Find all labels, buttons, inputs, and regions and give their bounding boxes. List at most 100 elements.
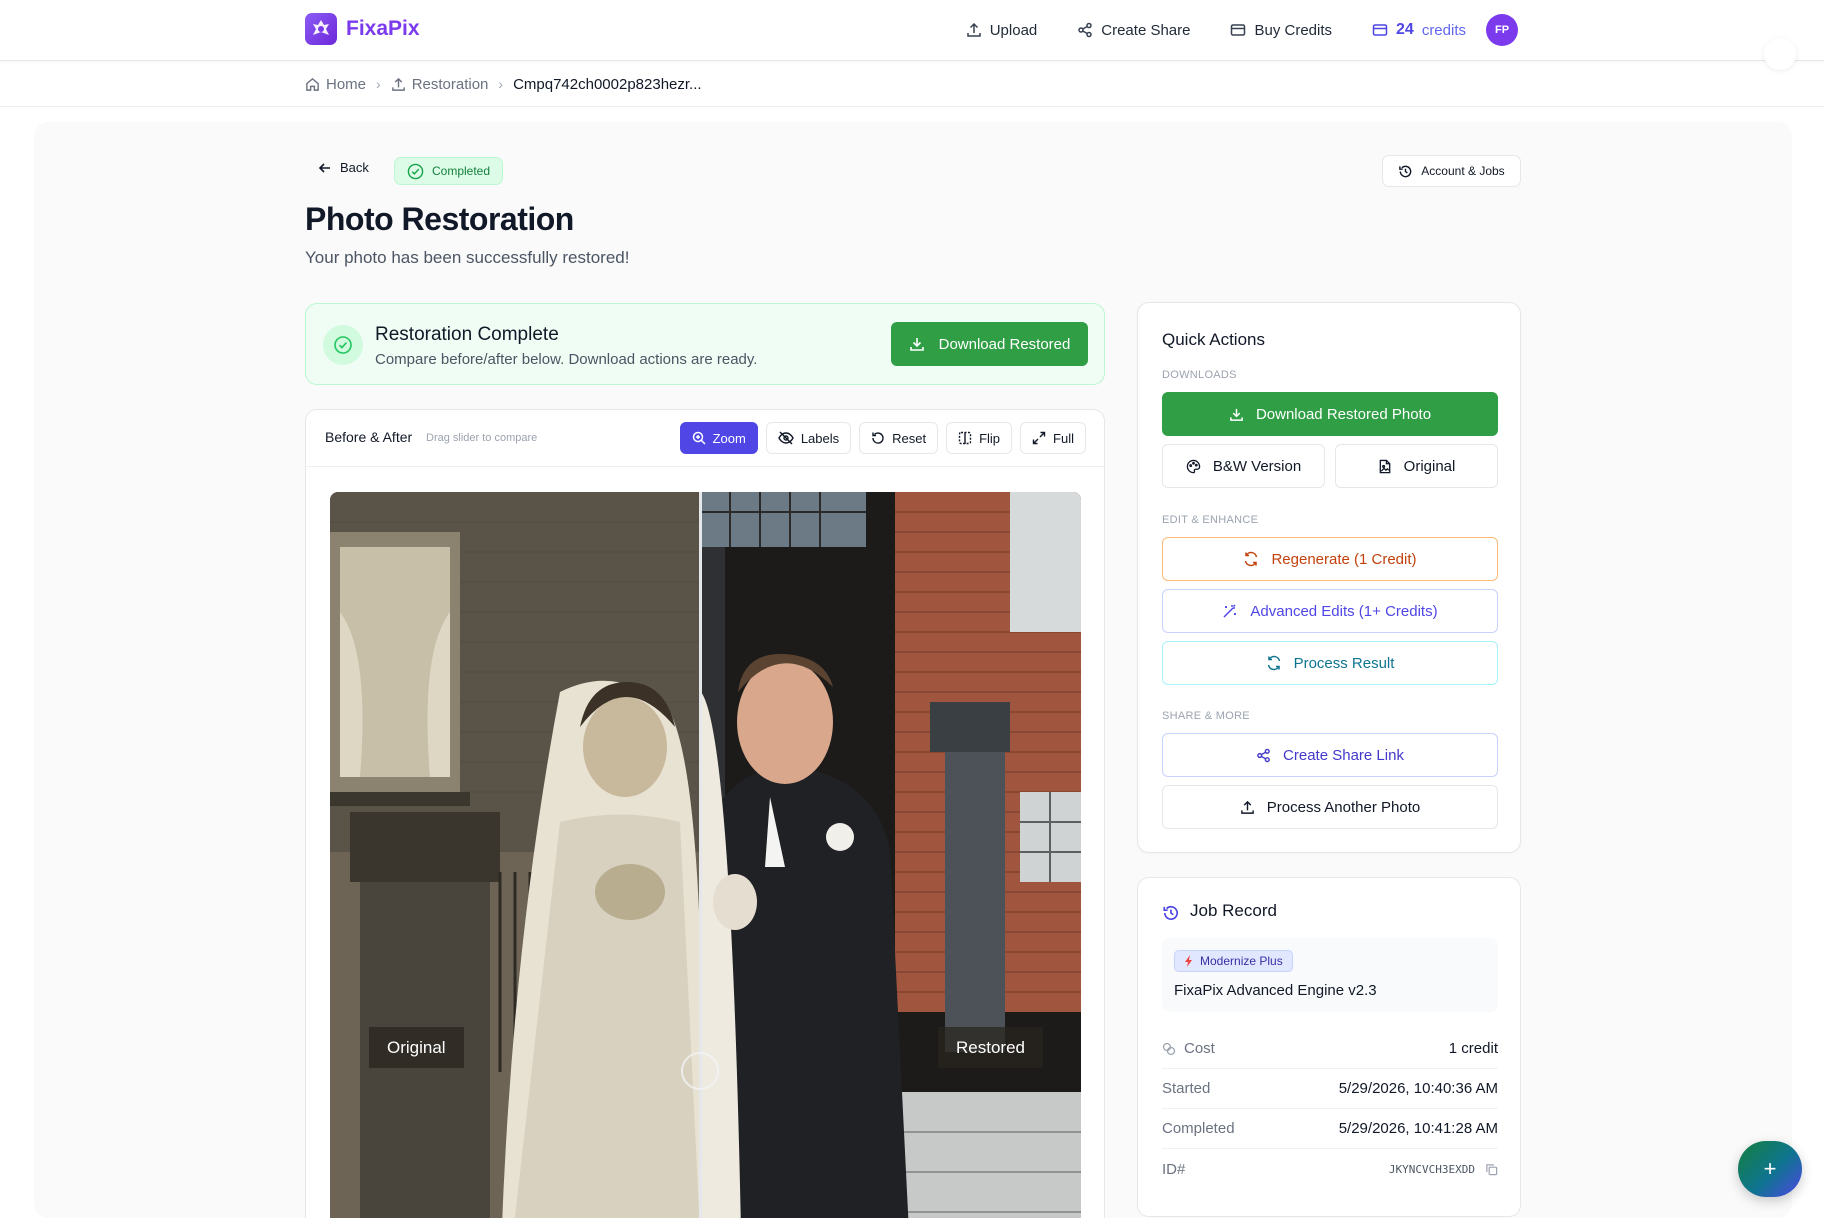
process-result-label: Process Result — [1293, 654, 1395, 672]
breadcrumb-restoration[interactable]: Restoration — [391, 75, 489, 93]
job-record-card: Job Record Modernize Plus FixaPix Advanc… — [1137, 877, 1521, 1217]
check-circle-icon — [323, 325, 363, 365]
job-row-key: ID# — [1162, 1160, 1186, 1178]
brand-logo-icon — [305, 13, 337, 45]
nav-upload[interactable]: Upload — [966, 21, 1038, 39]
compare-slider-line[interactable] — [699, 492, 702, 1218]
nav-create-share-label: Create Share — [1101, 21, 1191, 39]
brand[interactable]: FixaPix — [305, 13, 420, 45]
nav-links: Upload Create Share Buy Credits 24 credi… — [966, 0, 1518, 60]
create-share-link-label: Create Share Link — [1283, 746, 1404, 764]
credits-label: credits — [1421, 21, 1466, 39]
top-nav: FixaPix Upload Create Share Buy Credits … — [0, 0, 1824, 61]
credit-card-icon — [1372, 24, 1388, 36]
comparison-image[interactable]: Original Restored — [330, 492, 1081, 1218]
process-another-photo-label: Process Another Photo — [1266, 798, 1421, 816]
job-row-key: Completed — [1162, 1120, 1235, 1137]
home-icon — [306, 77, 319, 91]
full-label: Full — [1053, 430, 1074, 446]
original-label: Original — [369, 1027, 464, 1068]
compare-hint: Drag slider to compare — [426, 432, 538, 444]
credits-balance[interactable]: 24 credits — [1372, 21, 1466, 39]
file-image-icon — [1379, 459, 1390, 473]
banner-title: Restoration Complete — [375, 324, 559, 345]
job-row-id: ID# JKYNCVCH3EXDD — [1162, 1149, 1498, 1189]
status-label: Completed — [432, 164, 491, 178]
maximize-icon — [1032, 431, 1046, 445]
labels-label: Labels — [800, 430, 840, 446]
process-another-photo-button[interactable]: Process Another Photo — [1162, 785, 1498, 829]
back-label: Back — [340, 160, 369, 175]
download-icon — [909, 338, 924, 351]
job-row-key: Cost — [1184, 1040, 1215, 1057]
original-photo-half — [330, 492, 703, 1218]
back-button[interactable]: Back — [318, 160, 369, 175]
breadcrumb-restoration-label: Restoration — [411, 75, 489, 93]
job-row-value: JKYNCVCH3EXDD — [1389, 1163, 1498, 1176]
job-row-completed: Completed 5/29/2026, 10:41:28 AM — [1162, 1109, 1498, 1149]
breadcrumb-home-label: Home — [326, 75, 367, 93]
job-row-value: 5/29/2026, 10:40:36 AM — [1338, 1080, 1498, 1097]
floating-action-button[interactable]: + — [1738, 1141, 1802, 1197]
nav-buy-credits[interactable]: Buy Credits — [1230, 22, 1332, 39]
zoom-in-icon — [692, 431, 706, 445]
engine-info: Modernize Plus FixaPix Advanced Engine v… — [1162, 938, 1498, 1012]
job-row-key: Started — [1162, 1080, 1211, 1097]
download-restored-photo-label: Download Restored Photo — [1255, 405, 1432, 423]
upload-icon — [391, 77, 405, 91]
job-id-value: JKYNCVCH3EXDD — [1388, 1162, 1475, 1176]
brand-name: FixaPix — [346, 17, 420, 40]
job-row-started: Started 5/29/2026, 10:40:36 AM — [1162, 1069, 1498, 1109]
bw-version-button[interactable]: B&W Version — [1162, 444, 1325, 488]
regenerate-label: Regenerate (1 Credit) — [1271, 550, 1417, 568]
share-icon — [1257, 748, 1270, 762]
success-banner: Restoration Complete Compare before/afte… — [305, 303, 1105, 385]
process-result-button[interactable]: Process Result — [1162, 641, 1498, 685]
chevron-right-icon: › — [376, 76, 381, 92]
palette-icon — [1186, 459, 1201, 473]
divider — [0, 106, 1824, 107]
bw-version-label: B&W Version — [1212, 457, 1302, 475]
tier-badge: Modernize Plus — [1174, 950, 1293, 972]
status-badge: Completed — [394, 157, 504, 185]
reset-label: Reset — [892, 430, 927, 446]
reset-button[interactable]: Reset — [859, 422, 939, 454]
restored-label: Restored — [938, 1027, 1043, 1068]
edit-section-label: Edit & Enhance — [1162, 514, 1259, 526]
download-icon — [1230, 408, 1243, 421]
history-icon — [1163, 906, 1179, 920]
labels-button[interactable]: Labels — [765, 422, 852, 454]
engine-name: FixaPix Advanced Engine v2.3 — [1174, 982, 1377, 999]
rotate-ccw-icon — [872, 432, 884, 444]
job-row-value: 1 credit — [1448, 1040, 1498, 1057]
lightning-icon — [1185, 955, 1192, 967]
coins-icon — [1162, 1042, 1176, 1055]
flip-button[interactable]: Flip — [946, 422, 1013, 454]
nav-buy-credits-label: Buy Credits — [1254, 21, 1333, 39]
eye-off-icon — [778, 431, 794, 445]
nav-upload-label: Upload — [989, 21, 1038, 39]
copy-icon[interactable] — [1485, 1163, 1498, 1176]
tier-label: Modernize Plus — [1200, 954, 1283, 968]
page-subtitle: Your photo has been successfully restore… — [305, 248, 630, 267]
zoom-button[interactable]: Zoom — [679, 422, 758, 454]
breadcrumb-home[interactable]: Home — [305, 76, 366, 93]
fullscreen-button[interactable]: Full — [1020, 422, 1086, 454]
refresh-icon — [1245, 551, 1258, 567]
create-share-link-button[interactable]: Create Share Link — [1162, 733, 1498, 777]
advanced-edits-button[interactable]: Advanced Edits (1+ Credits) — [1162, 589, 1498, 633]
account-jobs-button[interactable]: Account & Jobs — [1382, 155, 1521, 187]
credits-count: 24 — [1396, 21, 1414, 38]
original-download-button[interactable]: Original — [1335, 444, 1498, 488]
avatar[interactable]: FP — [1486, 14, 1518, 46]
regenerate-button[interactable]: Regenerate (1 Credit) — [1162, 537, 1498, 581]
quick-actions-card: Quick Actions Downloads Download Restore… — [1137, 302, 1521, 853]
banner-subtitle: Compare before/after below. Download act… — [375, 351, 758, 368]
check-circle-icon — [407, 163, 424, 179]
download-restored-button[interactable]: Download Restored — [891, 322, 1088, 366]
download-restored-photo-button[interactable]: Download Restored Photo — [1162, 392, 1498, 436]
compare-title: Before & After — [325, 429, 413, 445]
floating-circle-button[interactable] — [1764, 38, 1796, 70]
nav-create-share[interactable]: Create Share — [1077, 22, 1190, 39]
credit-card-icon — [1231, 24, 1246, 36]
